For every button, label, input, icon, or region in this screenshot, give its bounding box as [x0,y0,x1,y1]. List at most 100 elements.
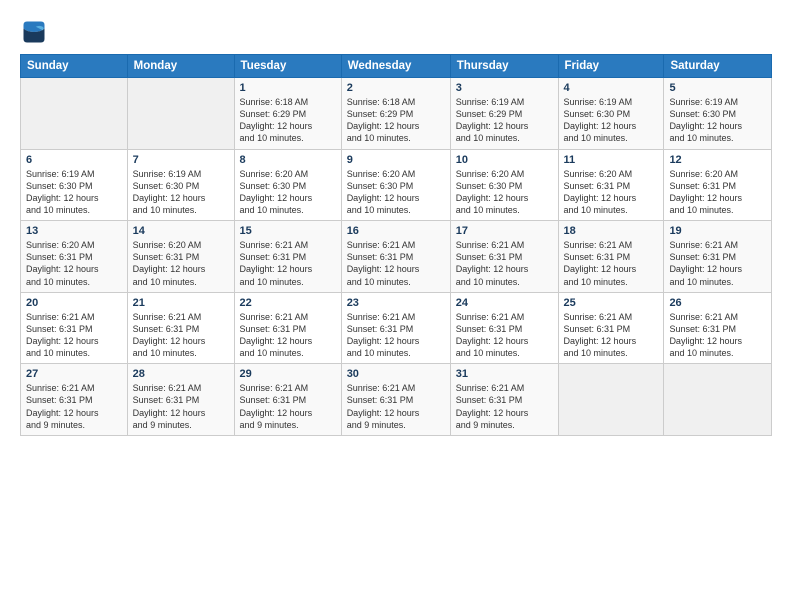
day-number: 23 [347,297,445,309]
day-info: Sunrise: 6:19 AM Sunset: 6:29 PM Dayligh… [456,96,553,145]
day-info: Sunrise: 6:21 AM Sunset: 6:31 PM Dayligh… [133,382,229,431]
header [20,18,772,46]
logo [20,18,52,46]
day-number: 31 [456,368,553,380]
calendar-cell: 8 Sunrise: 6:20 AM Sunset: 6:30 PM Daylig… [234,149,341,221]
week-row-4: 20 Sunrise: 6:21 AM Sunset: 6:31 PM Dayli… [21,292,772,364]
weekday-header-thursday: Thursday [450,55,558,78]
calendar-cell: 21Sunrise: 6:21 AM Sunset: 6:31 PM Dayli… [127,292,234,364]
day-info: Sunrise: 6:21 AM Sunset: 6:31 PM Dayligh… [456,239,553,288]
day-number: 1 [240,82,336,94]
day-info: Sunrise: 6:21 AM Sunset: 6:31 PM Dayligh… [456,382,553,431]
day-info: Sunrise: 6:20 AM Sunset: 6:31 PM Dayligh… [564,168,659,217]
calendar-cell: 17 Sunrise: 6:21 AM Sunset: 6:31 PM Dayli… [450,221,558,293]
day-info: Sunrise: 6:20 AM Sunset: 6:31 PM Dayligh… [26,239,122,288]
day-info: Sunrise: 6:20 AM Sunset: 6:31 PM Dayligh… [133,239,229,288]
day-number: 15 [240,225,336,237]
day-info: Sunrise: 6:19 AM Sunset: 6:30 PM Dayligh… [669,96,766,145]
calendar-cell: 31 Sunrise: 6:21 AM Sunset: 6:31 PM Dayli… [450,364,558,436]
day-info: Sunrise: 6:21 AM Sunset: 6:31 PM Dayligh… [26,311,122,360]
day-number: 3 [456,82,553,94]
day-number: 7 [133,154,229,166]
day-info: Sunrise: 6:21 AM Sunset: 6:31 PM Dayligh… [669,239,766,288]
day-number: 8 [240,154,336,166]
day-info: Sunrise: 6:21 AM Sunset: 6:31 PM Dayligh… [240,311,336,360]
week-row-2: 6 Sunrise: 6:19 AM Sunset: 6:30 PM Daylig… [21,149,772,221]
day-number: 9 [347,154,445,166]
weekday-header-saturday: Saturday [664,55,772,78]
weekday-header-friday: Friday [558,55,664,78]
calendar-cell: 28 Sunrise: 6:21 AM Sunset: 6:31 PM Dayli… [127,364,234,436]
calendar-cell: 7 Sunrise: 6:19 AM Sunset: 6:30 PM Daylig… [127,149,234,221]
day-info: Sunrise: 6:19 AM Sunset: 6:30 PM Dayligh… [133,168,229,217]
day-number: 5 [669,82,766,94]
logo-icon [20,18,48,46]
calendar-cell [127,78,234,150]
day-info: Sunrise: 6:21 AM Sunset: 6:31 PM Dayligh… [26,382,122,431]
calendar-cell: 2 Sunrise: 6:18 AM Sunset: 6:29 PM Daylig… [341,78,450,150]
day-info: Sunrise: 6:21 AM Sunset: 6:31 PM Dayligh… [240,239,336,288]
calendar-cell: 30 Sunrise: 6:21 AM Sunset: 6:31 PM Dayli… [341,364,450,436]
day-number: 30 [347,368,445,380]
day-number: 19 [669,225,766,237]
day-info: Sunrise: 6:19 AM Sunset: 6:30 PM Dayligh… [564,96,659,145]
calendar-cell: 16Sunrise: 6:21 AM Sunset: 6:31 PM Dayli… [341,221,450,293]
calendar-cell [664,364,772,436]
calendar-cell: 22 Sunrise: 6:21 AM Sunset: 6:31 PM Dayli… [234,292,341,364]
day-info: Sunrise: 6:21 AM Sunset: 6:31 PM Dayligh… [240,382,336,431]
day-info: Sunrise: 6:21 AM Sunset: 6:31 PM Dayligh… [564,311,659,360]
day-number: 17 [456,225,553,237]
day-info: Sunrise: 6:21 AM Sunset: 6:31 PM Dayligh… [347,239,445,288]
calendar-cell: 13 Sunrise: 6:20 AM Sunset: 6:31 PM Dayli… [21,221,128,293]
day-number: 24 [456,297,553,309]
day-info: Sunrise: 6:20 AM Sunset: 6:30 PM Dayligh… [347,168,445,217]
day-number: 20 [26,297,122,309]
day-number: 11 [564,154,659,166]
calendar-cell [558,364,664,436]
day-info: Sunrise: 6:21 AM Sunset: 6:31 PM Dayligh… [347,311,445,360]
calendar-cell [21,78,128,150]
day-number: 13 [26,225,122,237]
day-info: Sunrise: 6:20 AM Sunset: 6:31 PM Dayligh… [669,168,766,217]
day-info: Sunrise: 6:18 AM Sunset: 6:29 PM Dayligh… [347,96,445,145]
calendar-cell: 3 Sunrise: 6:19 AM Sunset: 6:29 PM Daylig… [450,78,558,150]
day-number: 28 [133,368,229,380]
day-info: Sunrise: 6:21 AM Sunset: 6:31 PM Dayligh… [564,239,659,288]
weekday-header-row: SundayMondayTuesdayWednesdayThursdayFrid… [21,55,772,78]
calendar-cell: 15 Sunrise: 6:21 AM Sunset: 6:31 PM Dayli… [234,221,341,293]
day-number: 26 [669,297,766,309]
calendar-table: SundayMondayTuesdayWednesdayThursdayFrid… [20,54,772,436]
weekday-header-wednesday: Wednesday [341,55,450,78]
day-number: 12 [669,154,766,166]
weekday-header-tuesday: Tuesday [234,55,341,78]
calendar-cell: 10Sunrise: 6:20 AM Sunset: 6:30 PM Dayli… [450,149,558,221]
day-number: 18 [564,225,659,237]
calendar-cell: 6Sunrise: 6:19 AM Sunset: 6:30 PM Daylig… [21,149,128,221]
calendar-cell: 4 Sunrise: 6:19 AM Sunset: 6:30 PM Daylig… [558,78,664,150]
day-number: 14 [133,225,229,237]
day-number: 29 [240,368,336,380]
week-row-5: 27Sunrise: 6:21 AM Sunset: 6:31 PM Dayli… [21,364,772,436]
calendar-cell: 29 Sunrise: 6:21 AM Sunset: 6:31 PM Dayli… [234,364,341,436]
calendar-cell: 11 Sunrise: 6:20 AM Sunset: 6:31 PM Dayli… [558,149,664,221]
day-number: 25 [564,297,659,309]
calendar-cell: 14 Sunrise: 6:20 AM Sunset: 6:31 PM Dayli… [127,221,234,293]
day-number: 10 [456,154,553,166]
calendar-cell: 25 Sunrise: 6:21 AM Sunset: 6:31 PM Dayli… [558,292,664,364]
day-number: 22 [240,297,336,309]
day-info: Sunrise: 6:20 AM Sunset: 6:30 PM Dayligh… [240,168,336,217]
day-number: 2 [347,82,445,94]
day-info: Sunrise: 6:21 AM Sunset: 6:31 PM Dayligh… [669,311,766,360]
calendar-cell: 9 Sunrise: 6:20 AM Sunset: 6:30 PM Daylig… [341,149,450,221]
calendar-cell: 1Sunrise: 6:18 AM Sunset: 6:29 PM Daylig… [234,78,341,150]
calendar-cell: 19 Sunrise: 6:21 AM Sunset: 6:31 PM Dayli… [664,221,772,293]
weekday-header-sunday: Sunday [21,55,128,78]
day-info: Sunrise: 6:21 AM Sunset: 6:31 PM Dayligh… [347,382,445,431]
day-number: 4 [564,82,659,94]
calendar-cell: 27Sunrise: 6:21 AM Sunset: 6:31 PM Dayli… [21,364,128,436]
day-number: 6 [26,154,122,166]
calendar-cell: 20 Sunrise: 6:21 AM Sunset: 6:31 PM Dayli… [21,292,128,364]
calendar-cell: 24Sunrise: 6:21 AM Sunset: 6:31 PM Dayli… [450,292,558,364]
calendar-cell: 5 Sunrise: 6:19 AM Sunset: 6:30 PM Daylig… [664,78,772,150]
day-number: 21 [133,297,229,309]
